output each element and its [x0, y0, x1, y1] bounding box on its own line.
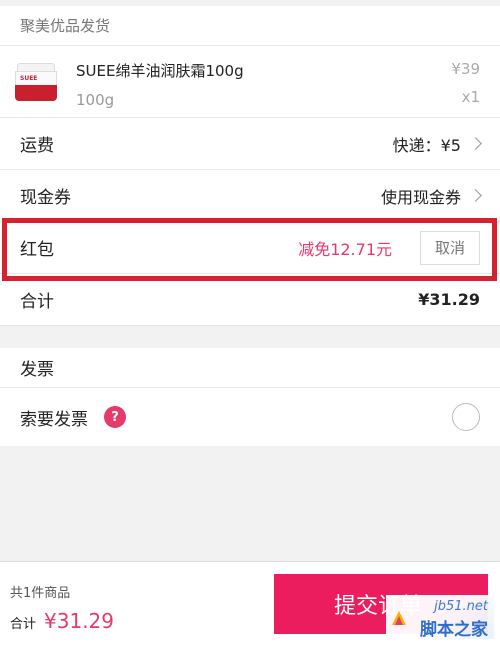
seller-header: 聚美优品发货: [0, 6, 500, 46]
seller-name: 聚美优品发货: [20, 17, 111, 35]
watermark-text: 脚本之家: [420, 620, 488, 640]
coupon-value: 使用现金券: [380, 187, 461, 207]
product-info: SUEE绵羊油润肤霜100g 100g: [76, 56, 480, 109]
footer-item-count: 共1件商品: [10, 586, 71, 601]
red-packet-row: 红包 减免12.71元 取消: [0, 218, 500, 281]
invoice-request-label: 索要发票: [20, 409, 88, 430]
coupon-row[interactable]: 现金券 使用现金券: [0, 170, 500, 222]
product-quantity: x1: [461, 88, 480, 106]
coupon-label: 现金券: [20, 188, 71, 208]
invoice-request-row[interactable]: 索要发票 ?: [0, 388, 500, 446]
footer-summary: 共1件商品 合计 ¥31.29: [10, 582, 114, 633]
chevron-right-icon: [469, 189, 482, 202]
chevron-right-icon: [469, 137, 482, 150]
product-thumbnail: SUEE: [14, 61, 58, 105]
shipping-value-wrap: 快递：¥5: [392, 132, 482, 156]
shipping-row[interactable]: 运费 快递：¥5: [0, 118, 500, 170]
total-row: 合计 ¥31.29: [0, 274, 500, 326]
invoice-section-title: 发票: [0, 348, 500, 388]
order-panel: 聚美优品发货 SUEE SUEE绵羊油润肤霜100g 100g ¥39 x1 运…: [0, 6, 500, 326]
product-item[interactable]: SUEE SUEE绵羊油润肤霜100g 100g ¥39 x1: [0, 46, 500, 118]
red-packet-value-wrap: 减免12.71元 取消: [298, 230, 480, 265]
product-spec: 100g: [76, 91, 115, 109]
product-name: SUEE绵羊油润肤霜100g: [76, 62, 244, 80]
footer-total-value: ¥31.29: [44, 609, 114, 633]
cancel-red-packet-button[interactable]: 取消: [420, 230, 480, 265]
shipping-label: 运费: [20, 136, 54, 156]
footer-total-label: 合计: [10, 617, 37, 632]
section-gap: [0, 326, 500, 348]
coupon-value-wrap: 使用现金券: [380, 184, 482, 208]
footer-total: 合计 ¥31.29: [10, 609, 114, 633]
watermark-logo-icon: [392, 611, 406, 625]
jar-brand-text: SUEE: [20, 75, 38, 82]
red-packet-label: 红包: [20, 240, 54, 260]
total-value: ¥31.29: [418, 290, 480, 309]
product-price-qty: ¥39 x1: [451, 60, 480, 106]
shipping-value: 快递：¥5: [392, 135, 461, 155]
product-price: ¥39: [451, 60, 480, 78]
help-icon[interactable]: ?: [104, 406, 126, 428]
red-packet-discount: 减免12.71元: [298, 239, 392, 259]
total-label: 合计: [20, 292, 54, 312]
watermark-url: jb51.net: [434, 599, 488, 614]
invoice-request-left: 索要发票 ?: [20, 405, 126, 430]
invoice-title-text: 发票: [20, 360, 54, 380]
invoice-radio-button[interactable]: [452, 403, 480, 431]
site-watermark: jb51.net 脚本之家: [386, 595, 494, 640]
